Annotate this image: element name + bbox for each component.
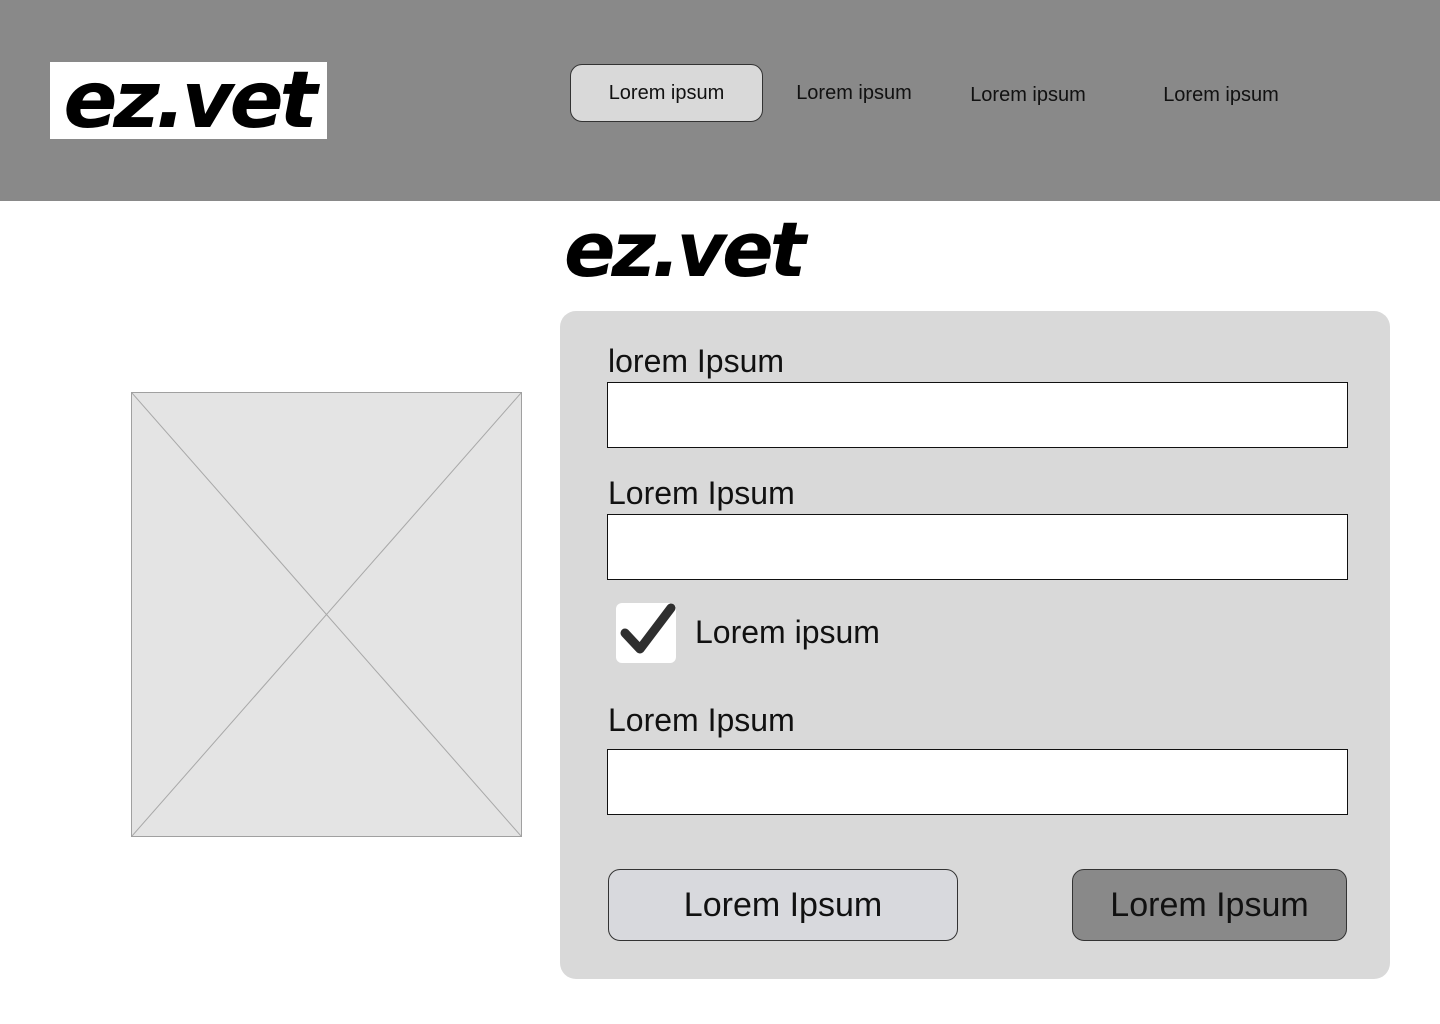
nav-item-1[interactable]: Lorem ipsum [570, 64, 763, 122]
nav-item-4-label: Lorem ipsum [1163, 83, 1279, 106]
header-logo-text: ez.vet [63, 62, 318, 139]
nav-item-4[interactable]: Lorem ipsum [1147, 66, 1295, 124]
login-form-panel: lorem Ipsum Lorem Ipsum Lorem ipsum Lore… [560, 311, 1390, 979]
field1-label: lorem Ipsum [608, 343, 785, 379]
primary-button[interactable]: Lorem Ipsum [1072, 869, 1347, 941]
checkbox-label: Lorem ipsum [695, 614, 880, 650]
nav-item-2[interactable]: Lorem ipsum [780, 64, 928, 122]
remember-checkbox[interactable] [616, 603, 676, 663]
page: ez.vet Lorem ipsum Lorem ipsum Lorem ips… [0, 0, 1440, 1024]
nav-item-2-label: Lorem ipsum [796, 81, 912, 104]
image-placeholder [131, 392, 522, 837]
field2-input[interactable] [607, 514, 1348, 580]
field1-input[interactable] [607, 382, 1348, 448]
checkmark-icon [620, 603, 676, 654]
main-logo-text: ez.vet [563, 205, 806, 294]
top-navigation-bar: ez.vet Lorem ipsum Lorem ipsum Lorem ips… [0, 0, 1440, 201]
nav-item-3[interactable]: Lorem ipsum [954, 66, 1102, 124]
secondary-button[interactable]: Lorem Ipsum [608, 869, 958, 941]
field3-input[interactable] [607, 749, 1348, 815]
main-logo: ez.vet [548, 205, 818, 294]
header-logo[interactable]: ez.vet [50, 62, 327, 139]
field3-label: Lorem Ipsum [608, 702, 795, 738]
field2-label: Lorem Ipsum [608, 475, 795, 511]
image-placeholder-cross-icon [132, 393, 521, 836]
nav-item-1-label: Lorem ipsum [608, 81, 725, 104]
nav-item-3-label: Lorem ipsum [970, 83, 1086, 106]
